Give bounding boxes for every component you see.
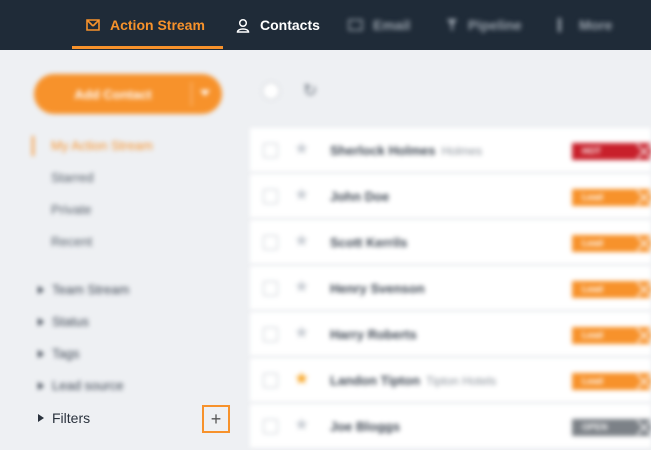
star-icon[interactable]: ★ xyxy=(294,323,309,343)
caret-right-icon xyxy=(38,414,44,422)
nav-label: Action Stream xyxy=(110,17,205,33)
more-icon xyxy=(558,18,561,32)
nav-label: Pipeline xyxy=(468,17,522,33)
caret-right-icon xyxy=(38,381,44,390)
row-checkbox[interactable] xyxy=(263,281,278,296)
plus-icon: + xyxy=(210,408,222,429)
contact-name[interactable]: Henry Svenson xyxy=(330,281,431,296)
group-label: Filters xyxy=(52,410,91,426)
row-checkbox[interactable] xyxy=(263,235,278,250)
nav-label: More xyxy=(579,17,613,33)
sidebar-group-filters[interactable]: Filters xyxy=(38,410,90,426)
contact-name[interactable]: Harry Roberts xyxy=(330,327,423,342)
table-row[interactable]: ★ Scott Kerrils Lead xyxy=(250,220,651,265)
contact-name-text: John Doe xyxy=(330,189,390,204)
nav-action-stream[interactable]: Action Stream xyxy=(86,0,205,50)
status-badge: OPEN xyxy=(572,419,651,436)
status-badge: Lead xyxy=(572,235,651,252)
nav-email[interactable]: Email xyxy=(348,0,410,50)
caret-right-icon xyxy=(38,285,44,294)
sidebar-group-tags[interactable]: Tags xyxy=(38,346,79,361)
nav-more[interactable]: More xyxy=(558,0,612,50)
star-icon[interactable]: ★ xyxy=(294,185,309,205)
table-row[interactable]: ★ Landon Tipton Tipton Hotels Lead xyxy=(250,358,651,403)
star-icon[interactable]: ★ xyxy=(294,415,309,435)
add-filter-button[interactable]: + xyxy=(202,405,230,433)
nav-contacts[interactable]: Contacts xyxy=(236,0,320,50)
nav-active-underline xyxy=(72,46,223,49)
row-checkbox[interactable] xyxy=(263,189,278,204)
star-icon[interactable]: ★ xyxy=(294,139,309,159)
row-checkbox[interactable] xyxy=(263,327,278,342)
sidebar-group-lead-source[interactable]: Lead source xyxy=(38,378,124,393)
contact-company: Holmes xyxy=(441,144,483,158)
contact-name-text: Sherlock Holmes xyxy=(330,143,436,158)
star-icon[interactable]: ★ xyxy=(294,277,309,297)
group-label: Team Stream xyxy=(52,282,130,297)
add-contact-button[interactable]: Add Contact xyxy=(34,74,222,114)
contact-name-text: Joe Bloggs xyxy=(330,419,401,434)
contact-name[interactable]: Landon Tipton Tipton Hotels xyxy=(330,373,496,388)
sidebar-group-team-stream[interactable]: Team Stream xyxy=(38,282,129,297)
table-row[interactable]: ★ Harry Roberts Lead xyxy=(250,312,651,357)
sidebar-group-status[interactable]: Status xyxy=(38,314,89,329)
star-icon[interactable]: ★ xyxy=(294,231,309,251)
status-badge: Lead xyxy=(572,189,651,206)
nav-label: Contacts xyxy=(260,17,320,33)
table-row[interactable]: ★ Sherlock Holmes Holmes HOT xyxy=(250,128,651,173)
group-label: Lead source xyxy=(52,378,124,393)
add-contact-divider xyxy=(191,82,192,106)
row-checkbox[interactable] xyxy=(263,419,278,434)
row-checkbox[interactable] xyxy=(263,143,278,158)
sidebar-link-recent[interactable]: Recent xyxy=(51,234,92,249)
contact-name[interactable]: Joe Bloggs xyxy=(330,419,406,434)
user-icon xyxy=(236,18,250,33)
status-badge: HOT xyxy=(572,143,651,160)
chevron-down-icon[interactable] xyxy=(200,90,210,96)
star-icon[interactable]: ★ xyxy=(294,369,309,389)
nav-label: Email xyxy=(373,17,411,33)
email-icon xyxy=(348,19,363,31)
status-badge: Lead xyxy=(572,373,651,390)
group-label: Status xyxy=(52,314,89,329)
sidebar-link-starred[interactable]: Starred xyxy=(51,170,94,185)
contact-company: Tipton Hotels xyxy=(426,374,497,388)
status-badge: Lead xyxy=(572,327,651,344)
top-nav: Action Stream Contacts Email Pipeline Mo… xyxy=(0,0,651,50)
refresh-icon[interactable]: ↻ xyxy=(303,81,317,101)
contact-name[interactable]: John Doe xyxy=(330,189,395,204)
contact-name-text: Landon Tipton xyxy=(330,373,421,388)
action-stream-icon xyxy=(86,18,100,32)
active-link-indicator xyxy=(32,136,34,156)
sidebar-link-private[interactable]: Private xyxy=(51,202,91,217)
nav-pipeline[interactable]: Pipeline xyxy=(446,0,522,50)
table-row[interactable]: ★ Henry Svenson Lead xyxy=(250,266,651,311)
status-badge: Lead xyxy=(572,281,651,298)
filter-icon xyxy=(446,18,458,32)
caret-right-icon xyxy=(38,349,44,358)
group-label: Tags xyxy=(52,346,80,361)
row-checkbox[interactable] xyxy=(263,373,278,388)
contact-name[interactable]: Scott Kerrils xyxy=(330,235,413,250)
add-contact-label: Add Contact xyxy=(74,86,152,102)
select-all-checkbox[interactable] xyxy=(262,82,280,100)
contact-name-text: Henry Svenson xyxy=(330,281,425,296)
contact-name-text: Harry Roberts xyxy=(330,327,417,342)
sidebar-link-my-action-stream[interactable]: My Action Stream xyxy=(51,138,153,153)
contact-name[interactable]: Sherlock Holmes Holmes xyxy=(330,143,482,158)
table-row[interactable]: ★ John Doe Lead xyxy=(250,174,651,219)
caret-right-icon xyxy=(38,317,44,326)
contact-name-text: Scott Kerrils xyxy=(330,235,408,250)
table-row[interactable]: ★ Joe Bloggs OPEN xyxy=(250,404,651,449)
